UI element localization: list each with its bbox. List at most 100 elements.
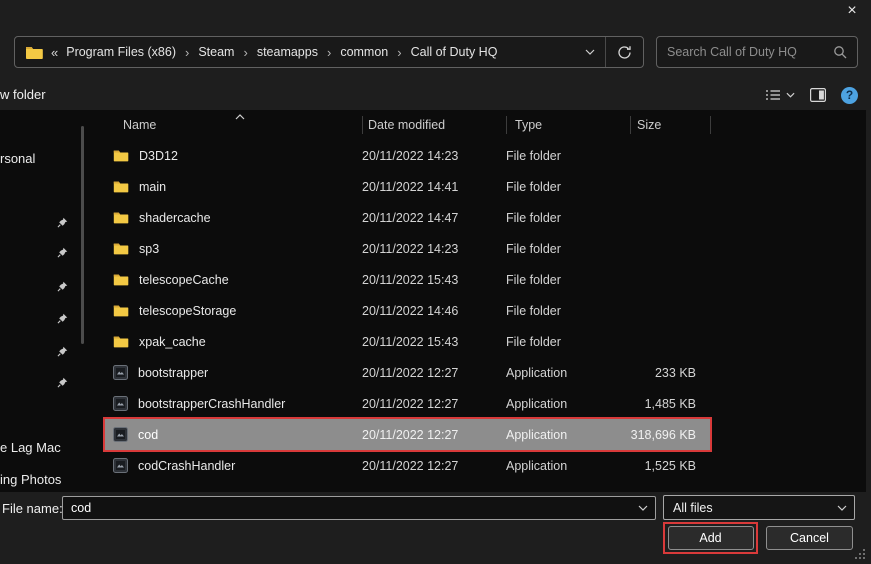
details-view-icon: [766, 90, 780, 100]
application-icon: [113, 365, 128, 380]
file-row-xpak_cache[interactable]: xpak_cache 20/11/2022 15:43 File folder: [105, 326, 710, 357]
date-modified-cell: 20/11/2022 12:27: [362, 427, 459, 442]
date-modified-cell: 20/11/2022 15:43: [362, 272, 459, 287]
chevron-down-icon: [786, 92, 795, 98]
file-row-bootstrapperCrashHandler[interactable]: bootstrapperCrashHandler 20/11/2022 12:27…: [105, 388, 710, 419]
size-cell: 1,485 KB: [644, 396, 696, 411]
date-modified-cell: 20/11/2022 12:27: [362, 396, 459, 411]
preview-pane-icon: [810, 88, 826, 102]
resize-grip[interactable]: [855, 549, 867, 561]
close-button[interactable]: ×: [841, 1, 863, 21]
file-name-cell: codCrashHandler: [105, 450, 362, 481]
folder-icon: [113, 180, 129, 193]
column-separator[interactable]: [710, 116, 711, 134]
date-modified-cell: 20/11/2022 14:23: [362, 241, 459, 256]
cancel-button[interactable]: Cancel: [766, 526, 853, 550]
file-name-cell: bootstrapper: [105, 357, 362, 388]
address-bar[interactable]: « Program Files (x86) › Steam › steamapps › co…: [14, 36, 644, 68]
sidebar-item-photos[interactable]: ing Photos: [0, 472, 61, 487]
breadcrumb-segment[interactable]: common: [339, 45, 389, 59]
file-name-text: telescopeCache: [139, 272, 229, 287]
pin-icon[interactable]: [57, 247, 68, 258]
breadcrumb-separator-icon: ›: [243, 44, 248, 60]
preview-pane-button[interactable]: [810, 88, 826, 102]
file-name-cell: xpak_cache: [105, 326, 362, 357]
file-row-bootstrapper[interactable]: bootstrapper 20/11/2022 12:27 Application 2…: [105, 357, 710, 388]
view-mode-button[interactable]: [765, 88, 795, 102]
column-separator[interactable]: [630, 116, 631, 134]
column-header-name[interactable]: Name: [105, 113, 362, 137]
column-separator[interactable]: [362, 116, 363, 134]
file-row-main[interactable]: main 20/11/2022 14:41 File folder: [105, 171, 710, 202]
column-header-label: Name: [123, 118, 157, 132]
breadcrumb-segment[interactable]: Call of Duty HQ: [410, 45, 499, 59]
file-name-text: bootstrapperCrashHandler: [138, 396, 286, 411]
column-header-label: Date modified: [368, 118, 446, 132]
breadcrumb-segment[interactable]: steamapps: [256, 45, 319, 59]
file-row-shadercache[interactable]: shadercache 20/11/2022 14:47 File folder: [105, 202, 710, 233]
help-button[interactable]: ?: [841, 86, 858, 104]
file-type-combobox[interactable]: All files: [663, 495, 855, 520]
file-name-text: codCrashHandler: [138, 458, 236, 473]
pin-icon[interactable]: [57, 313, 68, 324]
sidebar-item-lag-mac[interactable]: e Lag Mac: [0, 440, 61, 455]
file-name-text: shadercache: [139, 210, 211, 225]
type-cell: File folder: [506, 303, 561, 318]
file-row-cod[interactable]: cod 20/11/2022 12:27 Application 318,696 KB: [103, 417, 712, 452]
search-input[interactable]: [667, 45, 827, 59]
annotation-highlight-add: Add: [663, 522, 758, 554]
column-header-label: Size: [637, 118, 662, 132]
chevron-down-icon: [585, 49, 595, 55]
date-modified-cell: 20/11/2022 14:41: [362, 179, 459, 194]
application-icon: [113, 396, 128, 411]
toolbar-right: ?: [765, 84, 858, 106]
add-button[interactable]: Add: [667, 526, 754, 550]
pin-icon[interactable]: [57, 217, 68, 228]
file-row-D3D12[interactable]: D3D12 20/11/2022 14:23 File folder: [105, 140, 710, 171]
folder-icon: [113, 304, 129, 317]
refresh-icon: [618, 45, 631, 59]
type-cell: File folder: [506, 148, 561, 163]
file-row-codCrashHandler[interactable]: codCrashHandler 20/11/2022 12:27 Applicati…: [105, 450, 710, 481]
refresh-button[interactable]: [606, 37, 643, 67]
breadcrumb-segment[interactable]: Steam: [197, 45, 235, 59]
application-icon: [113, 427, 128, 442]
file-row-telescopeStorage[interactable]: telescopeStorage 20/11/2022 14:46 File fol…: [105, 295, 710, 326]
pin-icon[interactable]: [57, 346, 68, 357]
column-header-type[interactable]: Type: [506, 113, 630, 137]
folder-icon: [113, 335, 129, 348]
file-row-telescopeCache[interactable]: telescopeCache 20/11/2022 15:43 File folde…: [105, 264, 710, 295]
column-separator[interactable]: [506, 116, 507, 134]
address-history-dropdown-button[interactable]: [575, 37, 605, 67]
file-name-input[interactable]: [63, 501, 631, 515]
date-modified-cell: 20/11/2022 14:47: [362, 210, 459, 225]
type-cell: File folder: [506, 334, 561, 349]
pin-icon[interactable]: [57, 281, 68, 292]
size-cell: [630, 326, 710, 357]
column-header-date-modified[interactable]: Date modified: [362, 113, 506, 137]
file-name-text: sp3: [139, 241, 160, 256]
size-cell: [630, 140, 710, 171]
file-name-cell: telescopeCache: [105, 264, 362, 295]
file-name-combobox[interactable]: [62, 496, 656, 520]
file-row-sp3[interactable]: sp3 20/11/2022 14:23 File folder: [105, 233, 710, 264]
application-icon: [113, 458, 128, 473]
size-cell: [630, 233, 710, 264]
folder-icon: [113, 211, 129, 224]
breadcrumb-separator-icon: ›: [397, 44, 402, 60]
sidebar-item-personal[interactable]: rsonal: [0, 151, 35, 166]
date-modified-cell: 20/11/2022 15:43: [362, 334, 459, 349]
pin-icon[interactable]: [57, 377, 68, 388]
column-header-size[interactable]: Size: [630, 113, 710, 137]
file-name-text: telescopeStorage: [139, 303, 237, 318]
file-name-text: bootstrapper: [138, 365, 209, 380]
sidebar-scrollbar[interactable]: [81, 126, 84, 344]
date-modified-cell: 20/11/2022 14:23: [362, 148, 459, 163]
size-cell: [630, 295, 710, 326]
list-header: Name Date modified Type Size: [105, 113, 710, 137]
folder-icon: [113, 149, 129, 162]
search-box[interactable]: [656, 36, 858, 68]
chevron-down-icon[interactable]: [631, 505, 655, 511]
file-name-label: File name:: [2, 501, 63, 516]
file-name-cell: telescopeStorage: [105, 295, 362, 326]
